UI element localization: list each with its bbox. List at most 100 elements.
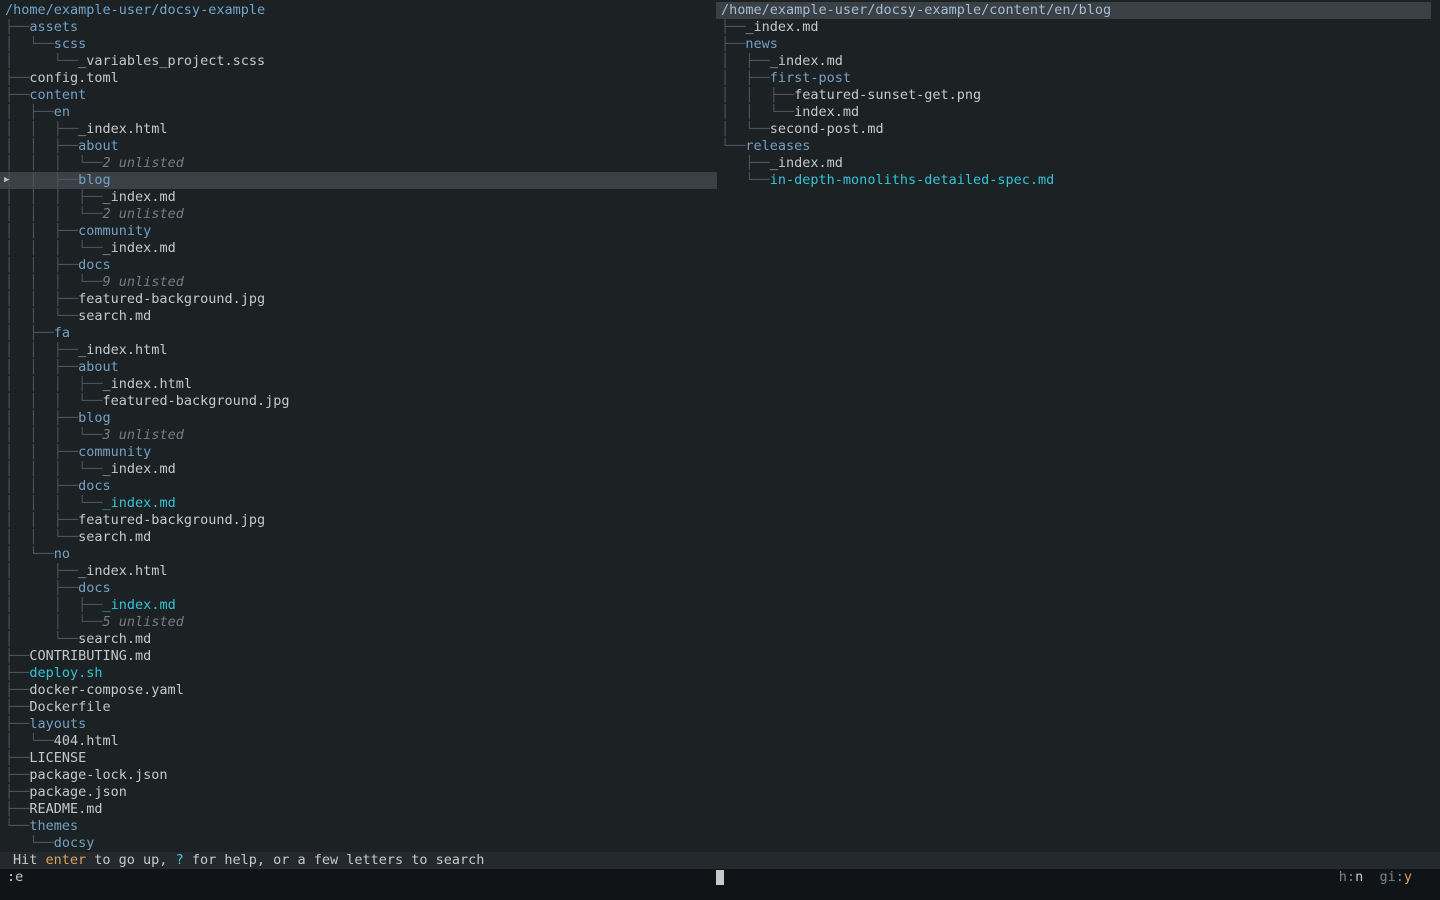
tree-row-file[interactable]: ├──README.md <box>0 801 717 818</box>
tree-row-file[interactable]: │ │ └──search.md <box>0 308 717 325</box>
flag-label: gi: <box>1379 869 1403 885</box>
tree-row-file[interactable]: │ │ └──search.md <box>0 529 717 546</box>
tree-row-directory[interactable]: └──releases <box>716 138 1440 155</box>
tree-row-file[interactable]: ├──_index.md <box>716 19 1440 36</box>
tree-row-directory[interactable]: │ │ ├──docs <box>0 478 717 495</box>
tree-row-file[interactable]: ├──LICENSE <box>0 750 717 767</box>
entry-label: package-lock.json <box>29 767 167 783</box>
tree-row-file[interactable]: │ │ ├──_index.html <box>0 342 717 359</box>
tree-row-file[interactable]: │ │ │ └──2 unlisted <box>0 206 717 223</box>
tree-row-file[interactable]: │ │ ├──_index.md <box>0 597 717 614</box>
tree-row-file[interactable]: ├──package-lock.json <box>0 767 717 784</box>
tree-row-file[interactable]: │ │ │ └──_index.md <box>0 240 717 257</box>
tree-row-file[interactable]: ├──CONTRIBUTING.md <box>0 648 717 665</box>
tree-row-directory[interactable]: │ ├──docs <box>0 580 717 597</box>
tree-row-directory[interactable]: │ │ ├──about <box>0 138 717 155</box>
tree-branch-lines: │ └── <box>5 546 54 562</box>
tree-branch-lines: │ │ ├── <box>5 291 78 307</box>
tree-branch-lines: │ │ ├── <box>5 121 78 137</box>
tree-row-file[interactable]: │ │ ├──featured-background.jpg <box>0 291 717 308</box>
tree-row-directory[interactable]: │ └──scss <box>0 36 717 53</box>
tree-branch-lines: │ │ ├── <box>5 172 78 188</box>
tree-row-file[interactable]: │ │ │ └──2 unlisted <box>0 155 717 172</box>
tree-row-directory[interactable]: │ ├──en <box>0 104 717 121</box>
entry-label: featured-background.jpg <box>78 512 265 528</box>
tree-row-directory[interactable]: ▶│ │ ├──blog <box>0 172 717 189</box>
entry-label: about <box>78 359 119 375</box>
tree-row-directory[interactable]: ├──layouts <box>0 716 717 733</box>
entry-label: docsy <box>54 835 95 851</box>
entry-label: _variables_project.scss <box>78 53 265 69</box>
tree-row-file[interactable]: │ │ │ └──featured-background.jpg <box>0 393 717 410</box>
entry-label: docs <box>78 257 111 273</box>
entry-label: layouts <box>29 716 86 732</box>
entry-label: 2 unlisted <box>103 206 184 222</box>
right-panel-path[interactable]: /home/example-user/docsy-example/content… <box>716 2 1431 19</box>
tree-branch-lines: ├── <box>5 665 29 681</box>
tree-row-directory[interactable]: │ │ ├──blog <box>0 410 717 427</box>
tree-row-file[interactable]: │ │ ├──_index.html <box>0 121 717 138</box>
tree-row-directory[interactable]: │ ├──first-post <box>716 70 1440 87</box>
tree-row-directory[interactable]: │ │ ├──community <box>0 444 717 461</box>
entry-label: search.md <box>78 308 151 324</box>
selection-arrow-icon: ▶ <box>4 172 9 189</box>
tree-row-file[interactable]: │ └──second-post.md <box>716 121 1440 138</box>
tree-row-file[interactable]: └──in-depth-monoliths-detailed-spec.md <box>716 172 1440 189</box>
flag-value: n <box>1355 869 1363 885</box>
tree-row-file[interactable]: │ │ │ └──9 unlisted <box>0 274 717 291</box>
tree-row-directory[interactable]: ├──assets <box>0 19 717 36</box>
tree-branch-lines: │ │ ├── <box>5 512 78 528</box>
tree-row-file[interactable]: │ ├──_index.html <box>0 563 717 580</box>
tree-row-directory[interactable]: ├──news <box>716 36 1440 53</box>
tree-branch-lines: │ │ │ └── <box>5 495 103 511</box>
tree-row-file[interactable]: ├──package.json <box>0 784 717 801</box>
entry-label: news <box>745 36 778 52</box>
tree-row-file[interactable]: ├──deploy.sh <box>0 665 717 682</box>
tree-row-directory[interactable]: │ │ ├──docs <box>0 257 717 274</box>
tree-branch-lines: │ │ └── <box>5 614 103 630</box>
tree-row-file[interactable]: │ │ │ ├──_index.md <box>0 189 717 206</box>
entry-label: _index.md <box>103 597 176 613</box>
entry-label: _index.md <box>103 240 176 256</box>
entry-label: second-post.md <box>770 121 884 137</box>
tree-row-file[interactable]: │ │ └──index.md <box>716 104 1440 121</box>
entry-label: _index.md <box>770 53 843 69</box>
tree-row-file[interactable]: │ │ │ └──3 unlisted <box>0 427 717 444</box>
entry-label: Dockerfile <box>29 699 110 715</box>
tree-row-directory[interactable]: │ │ ├──about <box>0 359 717 376</box>
tree-row-directory[interactable]: └──themes <box>0 818 717 835</box>
tree-row-file[interactable]: │ │ └──5 unlisted <box>0 614 717 631</box>
tree-row-directory[interactable]: ├──content <box>0 87 717 104</box>
tree-row-file[interactable]: ├──Dockerfile <box>0 699 717 716</box>
tree-branch-lines: │ ├── <box>721 53 770 69</box>
tree-row-file[interactable]: │ └──404.html <box>0 733 717 750</box>
command-input[interactable]: :e <box>7 869 23 886</box>
entry-label: 3 unlisted <box>103 427 184 443</box>
left-panel-path[interactable]: /home/example-user/docsy-example <box>0 2 717 19</box>
text-cursor <box>716 870 724 885</box>
tree-row-file[interactable]: ├──config.toml <box>0 70 717 87</box>
tree-branch-lines: │ └── <box>721 121 770 137</box>
tree-row-file[interactable]: │ │ ├──featured-sunset-get.png <box>716 87 1440 104</box>
tree-row-file[interactable]: │ └──search.md <box>0 631 717 648</box>
tree-row-file[interactable]: │ │ ├──featured-background.jpg <box>0 512 717 529</box>
tree-row-file[interactable]: │ │ │ └──_index.md <box>0 495 717 512</box>
tree-row-file[interactable]: │ ├──_index.md <box>716 53 1440 70</box>
tree-row-directory[interactable]: │ ├──fa <box>0 325 717 342</box>
tree-row-file[interactable]: │ │ │ ├──_index.html <box>0 376 717 393</box>
left-panel: /home/example-user/docsy-example ├──asse… <box>0 2 717 852</box>
tree-row-directory[interactable]: │ │ ├──community <box>0 223 717 240</box>
entry-label: search.md <box>78 631 151 647</box>
tree-branch-lines: │ │ │ └── <box>5 206 103 222</box>
tree-branch-lines: │ ├── <box>5 104 54 120</box>
input-bar[interactable]: :e h:n gi:y <box>0 869 1440 900</box>
entry-label: no <box>54 546 70 562</box>
tree-row-directory[interactable]: └──docsy <box>0 835 717 852</box>
terminal: /home/example-user/docsy-example ├──asse… <box>0 0 1440 900</box>
tree-row-directory[interactable]: │ └──no <box>0 546 717 563</box>
tree-row-file[interactable]: ├──docker-compose.yaml <box>0 682 717 699</box>
tree-row-file[interactable]: │ │ │ └──_index.md <box>0 461 717 478</box>
tree-row-file[interactable]: ├──_index.md <box>716 155 1440 172</box>
right-file-tree: ├──_index.md├──news│ ├──_index.md│ ├──fi… <box>716 19 1440 189</box>
tree-row-file[interactable]: │ └──_variables_project.scss <box>0 53 717 70</box>
